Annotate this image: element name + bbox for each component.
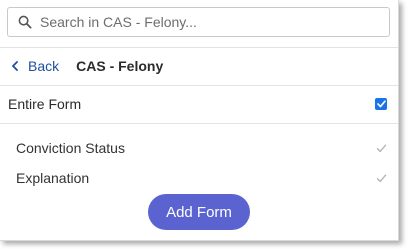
search-input[interactable] bbox=[40, 10, 389, 34]
divider bbox=[0, 85, 398, 86]
search-box[interactable] bbox=[7, 7, 390, 37]
field-row-conviction-status: Conviction Status bbox=[16, 136, 387, 160]
field-row-explanation: Explanation bbox=[16, 166, 387, 190]
checkmark-icon bbox=[376, 100, 386, 108]
page-title: CAS - Felony bbox=[76, 58, 164, 74]
search-bar bbox=[7, 7, 390, 37]
back-button[interactable]: Back bbox=[11, 58, 59, 74]
back-label: Back bbox=[28, 58, 60, 74]
chevron-left-icon bbox=[12, 61, 18, 71]
entire-form-checkbox[interactable] bbox=[375, 98, 387, 110]
field-label: Explanation bbox=[16, 170, 90, 186]
entire-form-label: Entire Form bbox=[8, 96, 82, 112]
add-form-panel: Back CAS - Felony Entire Form Conviction… bbox=[0, 0, 399, 241]
entire-form-row: Entire Form bbox=[8, 91, 387, 117]
divider bbox=[0, 123, 398, 124]
search-icon bbox=[18, 15, 32, 29]
field-label: Conviction Status bbox=[16, 140, 125, 156]
add-form-button[interactable]: Add Form bbox=[148, 194, 250, 230]
explanation-checkbox[interactable] bbox=[376, 173, 387, 184]
breadcrumb: Back CAS - Felony bbox=[0, 48, 398, 84]
conviction-status-checkbox[interactable] bbox=[376, 143, 387, 154]
